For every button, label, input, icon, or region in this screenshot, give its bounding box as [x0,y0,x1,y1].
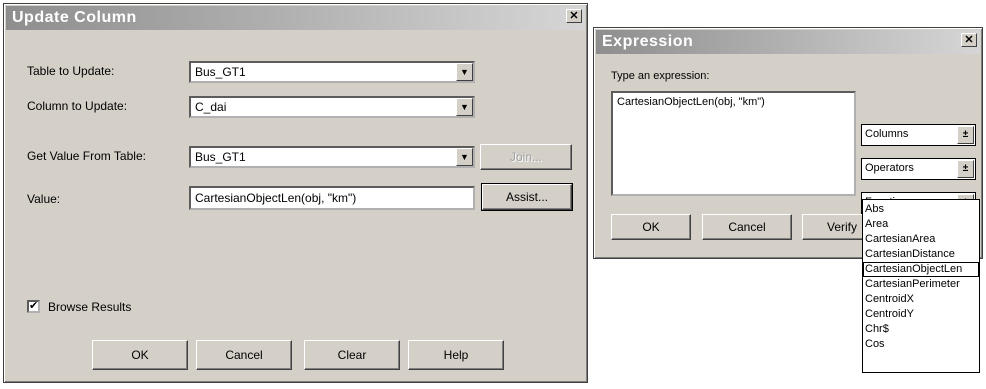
function-list-item[interactable]: CartesianPerimeter [863,277,979,292]
update-column-titlebar[interactable]: Update Column ✕ [6,6,585,30]
help-button-label: Help [443,348,469,362]
close-button[interactable]: ✕ [961,33,977,47]
type-expression-prompt: Type an expression: [611,70,710,82]
get-value-from-table-value: Bus_GT1 [195,150,246,164]
function-list-item[interactable]: Cos [863,337,979,352]
function-list-item[interactable]: Area [863,217,979,232]
verify-label: Verify [827,220,858,234]
expression-title: Expression [602,33,694,50]
help-button[interactable]: Help [408,340,504,370]
value-input[interactable]: CartesianObjectLen(obj, "km") [189,186,475,210]
expression-cancel-label: Cancel [728,220,766,234]
close-icon: ✕ [964,34,974,46]
browse-results-checkbox[interactable]: ✔ [27,300,40,313]
functions-listbox[interactable]: Abs Area CartesianArea CartesianDistance Car… [862,199,980,373]
columns-label: Columns [865,128,909,140]
dialog-title: Update Column [12,9,137,26]
expression-text: CartesianObjectLen(obj, "km") [617,96,765,108]
function-list-item[interactable]: Chr$ [863,322,979,337]
ok-button[interactable]: OK [92,340,188,370]
chevron-down-icon[interactable]: ▼ [456,98,473,116]
function-list-item[interactable]: CentroidY [863,307,979,322]
cancel-button-label: Cancel [225,348,263,362]
function-list-item[interactable]: CartesianArea [863,232,979,247]
column-to-update-value: C_dai [195,100,227,114]
spin-arrow-icon[interactable]: ± [957,160,974,178]
join-button[interactable]: Join... [480,144,572,170]
function-list-item[interactable]: CartesianObjectLen [863,262,979,277]
clear-button-label: Clear [337,348,367,362]
ok-button-label: OK [131,348,149,362]
expression-titlebar[interactable]: Expression ✕ [596,30,980,54]
close-icon: ✕ [569,10,579,22]
operators-label: Operators [865,162,914,174]
clear-button[interactable]: Clear [304,340,400,370]
assist-button-label: Assist... [505,190,548,204]
value-input-text: CartesianObjectLen(obj, "km") [195,191,357,205]
assist-button[interactable]: Assist... [481,183,573,211]
table-to-update-label: Table to Update: [27,64,115,78]
expression-textarea[interactable]: CartesianObjectLen(obj, "km") [611,91,856,196]
browse-results-label: Browse Results [48,300,132,314]
function-list-item[interactable]: CartesianDistance [863,247,979,262]
chevron-down-icon[interactable]: ▼ [456,148,473,166]
column-to-update-label: Column to Update: [27,99,128,113]
cancel-button[interactable]: Cancel [196,340,292,370]
join-button-label: Join... [509,150,542,164]
expression-ok-label: OK [642,220,660,234]
table-to-update-select[interactable]: Bus_GT1 ▼ [189,61,475,83]
update-column-dialog: Update Column ✕ Table to Update: Bus_GT1… [3,3,588,383]
get-value-from-table-label: Get Value From Table: [27,149,146,163]
columns-dropdown[interactable]: Columns ± [861,124,976,146]
check-icon: ✔ [29,300,39,312]
spin-arrow-icon[interactable]: ± [957,126,974,144]
close-button[interactable]: ✕ [566,9,582,23]
chevron-down-icon[interactable]: ▼ [456,63,473,81]
table-to-update-value: Bus_GT1 [195,65,246,79]
function-list-item[interactable]: Abs [863,202,979,217]
operators-dropdown[interactable]: Operators ± [861,158,976,180]
function-list-item[interactable]: CentroidX [863,292,979,307]
expression-ok-button[interactable]: OK [611,214,691,240]
expression-cancel-button[interactable]: Cancel [702,214,792,240]
value-label: Value: [27,192,61,206]
get-value-from-table-select[interactable]: Bus_GT1 ▼ [189,146,475,168]
column-to-update-select[interactable]: C_dai ▼ [189,96,475,118]
